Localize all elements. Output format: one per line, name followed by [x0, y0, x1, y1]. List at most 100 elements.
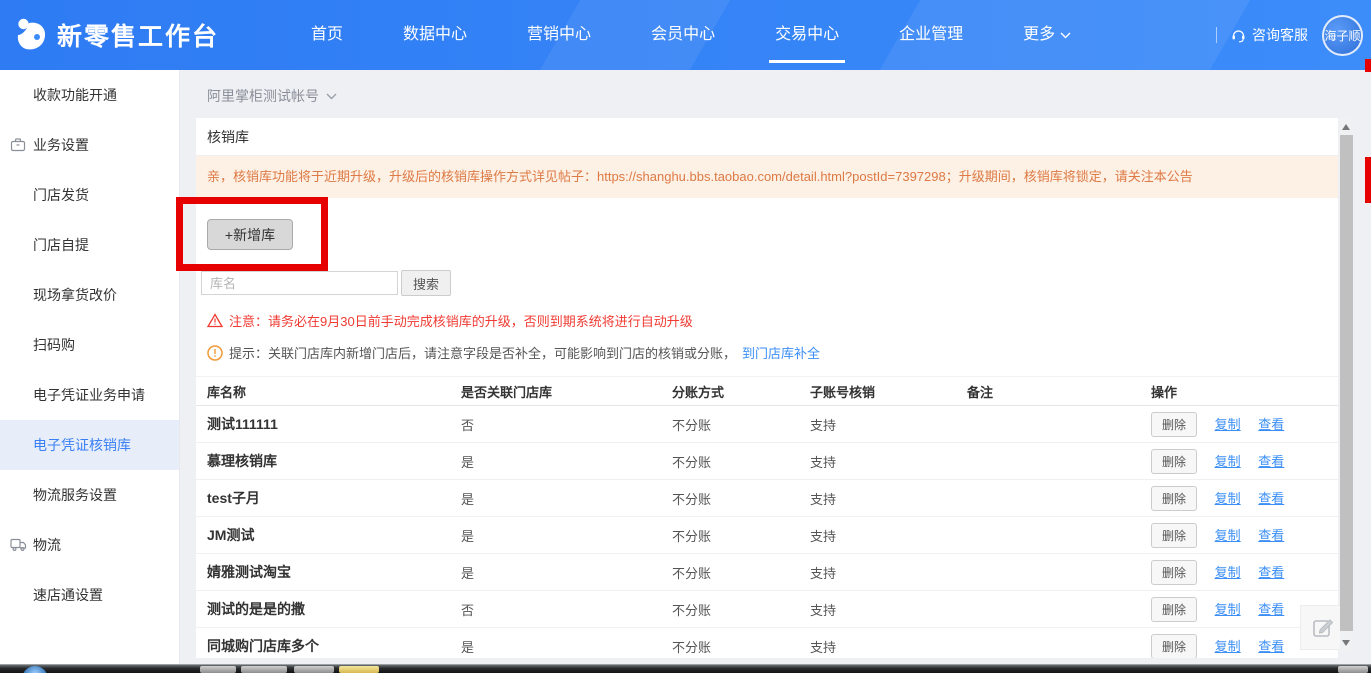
os-taskbar-sliver — [0, 664, 1371, 673]
taskbar-window-button[interactable] — [241, 666, 287, 673]
scroll-up-arrow[interactable] — [1342, 124, 1350, 130]
complete-store-fields-link[interactable]: 到门店库补全 — [742, 343, 820, 362]
nav-item-label: 交易中心 — [775, 26, 840, 43]
sidebar-item-电子凭证业务申请[interactable]: 电子凭证业务申请 — [0, 370, 179, 420]
top-navbar: 新零售工作台 首页 数据中心 营销中心 会员中心 交易中心 企业管理 更多 咨询客服 海子顺 — [0, 0, 1371, 70]
sidebar-item-门店自提[interactable]: 门店自提 — [0, 220, 179, 270]
sidebar-item-label: 物流 — [33, 537, 61, 553]
view-link[interactable]: 查看 — [1258, 454, 1284, 469]
account-name: 阿里掌柜测试帐号 — [207, 88, 319, 104]
delete-button[interactable]: 删除 — [1151, 633, 1197, 658]
headset-icon — [1231, 28, 1246, 43]
scroll-down-arrow[interactable] — [1342, 640, 1350, 646]
chevron-down-icon — [1060, 32, 1071, 39]
delete-button[interactable]: 删除 — [1151, 559, 1197, 585]
remark-value — [956, 405, 1140, 443]
feedback-edit-button[interactable] — [1300, 605, 1345, 650]
nav-item-营销中心[interactable]: 营销中心 — [505, 0, 613, 70]
view-link[interactable]: 查看 — [1258, 565, 1284, 580]
edge-red-marker — [1365, 157, 1371, 203]
subaccount-value: 支持 — [799, 553, 956, 591]
delete-button[interactable]: 删除 — [1151, 485, 1197, 511]
scrollbar-thumb[interactable] — [1340, 135, 1353, 631]
split-mode-value: 不分账 — [661, 590, 799, 628]
account-selector[interactable]: 阿里掌柜测试帐号 — [207, 86, 337, 106]
page-title: 核销库 — [196, 118, 1338, 156]
view-link[interactable]: 查看 — [1258, 639, 1284, 654]
taskbar-window-button[interactable] — [294, 666, 334, 673]
user-avatar[interactable]: 海子顺 — [1322, 14, 1363, 56]
remark-value — [956, 442, 1140, 480]
copy-link[interactable]: 复制 — [1215, 528, 1241, 543]
copy-link[interactable]: 复制 — [1215, 454, 1241, 469]
edge-red-marker-top — [1365, 59, 1371, 72]
vertical-scrollbar[interactable] — [1340, 118, 1353, 652]
nav-item-数据中心[interactable]: 数据中心 — [381, 0, 489, 70]
library-name: 同城购门店库多个 — [196, 627, 450, 658]
taskbar-window-button[interactable] — [200, 666, 236, 673]
sidebar-item-label: 现场拿货改价 — [33, 287, 117, 303]
sidebar-item-label: 物流服务设置 — [33, 487, 117, 503]
start-orb[interactable] — [22, 666, 48, 673]
split-mode-value: 不分账 — [661, 442, 799, 480]
col-header-linked: 是否关联门店库 — [450, 376, 661, 406]
nav-item-会员中心[interactable]: 会员中心 — [629, 0, 737, 70]
chevron-down-icon — [326, 93, 337, 100]
library-name: 测试的是是的撒 — [196, 590, 450, 628]
view-link[interactable]: 查看 — [1258, 417, 1284, 432]
split-mode-value: 不分账 — [661, 479, 799, 517]
delete-button[interactable]: 删除 — [1151, 448, 1197, 474]
remark-value — [956, 479, 1140, 517]
delete-button[interactable]: 删除 — [1151, 522, 1197, 548]
library-name-input[interactable] — [201, 271, 398, 295]
app-title: 新零售工作台 — [57, 23, 220, 51]
table-row: test子月 是 不分账 支持 删除 复制 查看 — [196, 479, 1338, 517]
deadline-warning-text: 注意：请务必在9月30日前手动完成核销库的升级，否则到期系统将进行自动升级 — [229, 314, 693, 329]
copy-link[interactable]: 复制 — [1215, 639, 1241, 654]
sidebar-item-门店发货[interactable]: 门店发货 — [0, 170, 179, 220]
copy-link[interactable]: 复制 — [1215, 565, 1241, 580]
nav-item-更多[interactable]: 更多 — [1001, 0, 1093, 70]
taskbar-window-button[interactable] — [1338, 666, 1368, 673]
view-link[interactable]: 查看 — [1258, 602, 1284, 617]
library-name: 慕理核销库 — [196, 442, 450, 480]
nav-item-企业管理[interactable]: 企业管理 — [877, 0, 985, 70]
sidebar-item-物流[interactable]: 物流 — [0, 520, 179, 570]
table-row: 测试111111 否 不分账 支持 删除 复制 查看 — [196, 405, 1338, 443]
linked-store-value: 是 — [450, 516, 661, 554]
view-link[interactable]: 查看 — [1258, 528, 1284, 543]
logo-icon — [16, 17, 48, 53]
sidebar-item-label: 电子凭证核销库 — [33, 437, 131, 453]
sidebar-item-扫码购[interactable]: 扫码购 — [0, 320, 179, 370]
view-link[interactable]: 查看 — [1258, 491, 1284, 506]
sidebar-item-业务设置[interactable]: 业务设置 — [0, 120, 179, 170]
col-header-subaccount: 子账号核销 — [799, 376, 956, 406]
linked-store-value: 是 — [450, 627, 661, 658]
customer-service-label: 咨询客服 — [1252, 27, 1308, 43]
taskbar-folder-button[interactable] — [339, 666, 379, 673]
nav-item-交易中心[interactable]: 交易中心 — [753, 0, 861, 70]
copy-link[interactable]: 复制 — [1215, 602, 1241, 617]
sidebar-item-物流服务设置[interactable]: 物流服务设置 — [0, 470, 179, 520]
sidebar-item-收款功能开通[interactable]: 收款功能开通 — [0, 70, 179, 120]
split-mode-value: 不分账 — [661, 553, 799, 591]
sidebar-item-电子凭证核销库[interactable]: 电子凭证核销库 — [0, 420, 179, 470]
delete-button[interactable]: 删除 — [1151, 411, 1197, 437]
split-mode-value: 不分账 — [661, 405, 799, 443]
app-logo[interactable]: 新零售工作台 — [16, 17, 219, 53]
sidebar-item-label: 电子凭证业务申请 — [33, 387, 145, 403]
nav-item-首页[interactable]: 首页 — [289, 0, 365, 70]
customer-service-button[interactable]: 咨询客服 — [1231, 25, 1308, 45]
delete-button[interactable]: 删除 — [1151, 596, 1197, 622]
col-header-name: 库名称 — [196, 376, 450, 406]
main-panel: 核销库 亲，核销库功能将于近期升级，升级后的核销库操作方式详见帖子：https:… — [196, 118, 1338, 658]
copy-link[interactable]: 复制 — [1215, 491, 1241, 506]
copy-link[interactable]: 复制 — [1215, 417, 1241, 432]
sidebar-item-现场拿货改价[interactable]: 现场拿货改价 — [0, 270, 179, 320]
search-button[interactable]: 搜索 — [401, 270, 451, 296]
add-library-button[interactable]: +新增库 — [207, 219, 293, 250]
nav-item-label: 数据中心 — [403, 26, 468, 43]
search-bar: 搜索 — [201, 270, 1338, 296]
nav-item-label: 企业管理 — [899, 26, 964, 43]
sidebar-item-速店通设置[interactable]: 速店通设置 — [0, 570, 179, 620]
